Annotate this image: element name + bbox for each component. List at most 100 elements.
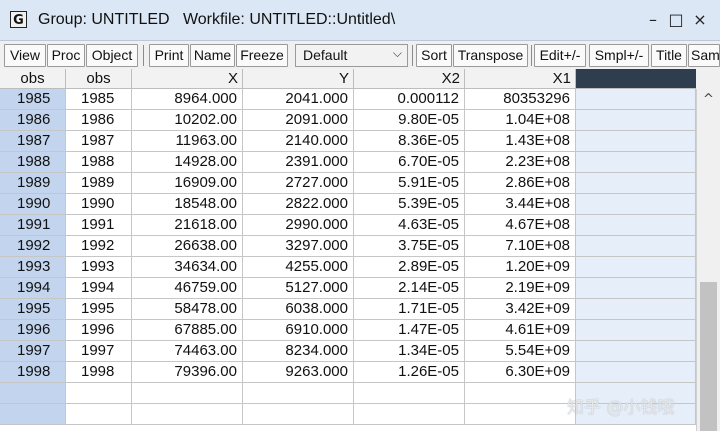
cell-x1[interactable]: 4.61E+09	[465, 320, 576, 341]
cell-x[interactable]: 46759.00	[132, 278, 243, 299]
row-obs-label[interactable]: 1996	[0, 320, 66, 341]
object-button[interactable]: Object	[86, 44, 138, 67]
column-header-obs[interactable]: obs	[66, 69, 132, 89]
sort-button[interactable]: Sort	[416, 44, 452, 67]
cell-obs[interactable]: 1993	[66, 257, 132, 278]
cell-y[interactable]: 9263.000	[243, 362, 354, 383]
cell-obs[interactable]: 1998	[66, 362, 132, 383]
empty-cell[interactable]	[243, 383, 354, 404]
cell-obs[interactable]: 1997	[66, 341, 132, 362]
cell-empty[interactable]	[576, 341, 696, 362]
cell-x[interactable]: 10202.00	[132, 110, 243, 131]
cell-empty[interactable]	[576, 152, 696, 173]
cell-x1[interactable]: 4.67E+08	[465, 215, 576, 236]
cell-x2[interactable]: 8.36E-05	[354, 131, 465, 152]
transpose-button[interactable]: Transpose	[453, 44, 528, 67]
row-obs-label[interactable]: 1989	[0, 173, 66, 194]
row-obs-label[interactable]: 1986	[0, 110, 66, 131]
row-obs-label[interactable]: 1990	[0, 194, 66, 215]
cell-empty[interactable]	[576, 89, 696, 110]
empty-cell[interactable]	[66, 404, 132, 425]
cell-obs[interactable]: 1988	[66, 152, 132, 173]
cell-x2[interactable]: 5.39E-05	[354, 194, 465, 215]
cell-obs[interactable]: 1996	[66, 320, 132, 341]
cell-x[interactable]: 8964.000	[132, 89, 243, 110]
cell-y[interactable]: 2391.000	[243, 152, 354, 173]
empty-cell[interactable]	[66, 383, 132, 404]
cell-y[interactable]: 2822.000	[243, 194, 354, 215]
edit-toggle-button[interactable]: Edit+/-	[534, 44, 586, 67]
cell-x1[interactable]: 6.30E+09	[465, 362, 576, 383]
cell-x[interactable]: 26638.00	[132, 236, 243, 257]
cell-x2[interactable]: 9.80E-05	[354, 110, 465, 131]
cell-empty[interactable]	[576, 110, 696, 131]
proc-button[interactable]: Proc	[47, 44, 85, 67]
column-header-x2[interactable]: X2	[354, 69, 465, 89]
cell-x2[interactable]: 1.34E-05	[354, 341, 465, 362]
smpl-toggle-button[interactable]: Smpl+/-	[589, 44, 649, 67]
cell-x1[interactable]: 1.43E+08	[465, 131, 576, 152]
cell-y[interactable]: 2727.000	[243, 173, 354, 194]
cell-x2[interactable]: 5.91E-05	[354, 173, 465, 194]
cell-x1[interactable]: 2.86E+08	[465, 173, 576, 194]
view-button[interactable]: View	[4, 44, 46, 67]
sample-button[interactable]: Sam	[688, 44, 720, 67]
row-obs-label[interactable]: 1988	[0, 152, 66, 173]
cell-x2[interactable]: 0.000112	[354, 89, 465, 110]
cell-x[interactable]: 74463.00	[132, 341, 243, 362]
scroll-up-icon[interactable]: ^	[697, 89, 720, 111]
cell-x[interactable]: 14928.00	[132, 152, 243, 173]
name-button[interactable]: Name	[190, 44, 235, 67]
cell-y[interactable]: 4255.000	[243, 257, 354, 278]
row-obs-label[interactable]: 1985	[0, 89, 66, 110]
cell-y[interactable]: 8234.000	[243, 341, 354, 362]
cell-x[interactable]: 11963.00	[132, 131, 243, 152]
cell-obs[interactable]: 1991	[66, 215, 132, 236]
cell-empty[interactable]	[576, 236, 696, 257]
empty-cell[interactable]	[0, 404, 66, 425]
empty-cell[interactable]	[132, 383, 243, 404]
close-icon[interactable]: ×	[689, 9, 711, 31]
cell-y[interactable]: 5127.000	[243, 278, 354, 299]
cell-x1[interactable]: 2.23E+08	[465, 152, 576, 173]
cell-obs[interactable]: 1987	[66, 131, 132, 152]
cell-obs[interactable]: 1989	[66, 173, 132, 194]
cell-x1[interactable]: 7.10E+08	[465, 236, 576, 257]
cell-x[interactable]: 16909.00	[132, 173, 243, 194]
cell-y[interactable]: 2990.000	[243, 215, 354, 236]
cell-x2[interactable]: 2.14E-05	[354, 278, 465, 299]
cell-empty[interactable]	[576, 320, 696, 341]
empty-cell[interactable]	[354, 383, 465, 404]
empty-cell[interactable]	[354, 404, 465, 425]
cell-x2[interactable]: 2.89E-05	[354, 257, 465, 278]
cell-x2[interactable]: 1.71E-05	[354, 299, 465, 320]
row-obs-label[interactable]: 1987	[0, 131, 66, 152]
cell-x1[interactable]: 3.44E+08	[465, 194, 576, 215]
row-obs-label[interactable]: 1998	[0, 362, 66, 383]
cell-x2[interactable]: 1.47E-05	[354, 320, 465, 341]
row-obs-label[interactable]: 1993	[0, 257, 66, 278]
cell-x1[interactable]: 1.04E+08	[465, 110, 576, 131]
cell-x[interactable]: 18548.00	[132, 194, 243, 215]
row-obs-label[interactable]: 1995	[0, 299, 66, 320]
cell-x[interactable]: 21618.00	[132, 215, 243, 236]
row-obs-label[interactable]: 1991	[0, 215, 66, 236]
cell-x2[interactable]: 3.75E-05	[354, 236, 465, 257]
cell-x1[interactable]: 1.20E+09	[465, 257, 576, 278]
maximize-icon[interactable]: □	[665, 9, 687, 31]
minimize-icon[interactable]: –	[642, 9, 664, 31]
column-header-x1[interactable]: X1	[465, 69, 576, 89]
title-button[interactable]: Title	[651, 44, 687, 67]
cell-y[interactable]: 3297.000	[243, 236, 354, 257]
column-header-empty[interactable]	[576, 69, 696, 89]
cell-obs[interactable]: 1992	[66, 236, 132, 257]
empty-cell[interactable]	[0, 383, 66, 404]
column-header-obs-label[interactable]: obs	[0, 69, 66, 89]
cell-y[interactable]: 2140.000	[243, 131, 354, 152]
vertical-scrollbar[interactable]: ^	[696, 89, 720, 431]
print-button[interactable]: Print	[149, 44, 189, 67]
row-obs-label[interactable]: 1997	[0, 341, 66, 362]
cell-x[interactable]: 58478.00	[132, 299, 243, 320]
column-header-x[interactable]: X	[132, 69, 243, 89]
spreadsheet-grid[interactable]: obs obs X Y X2 X1 1985 1985 8964.000 2041.0…	[0, 69, 696, 431]
